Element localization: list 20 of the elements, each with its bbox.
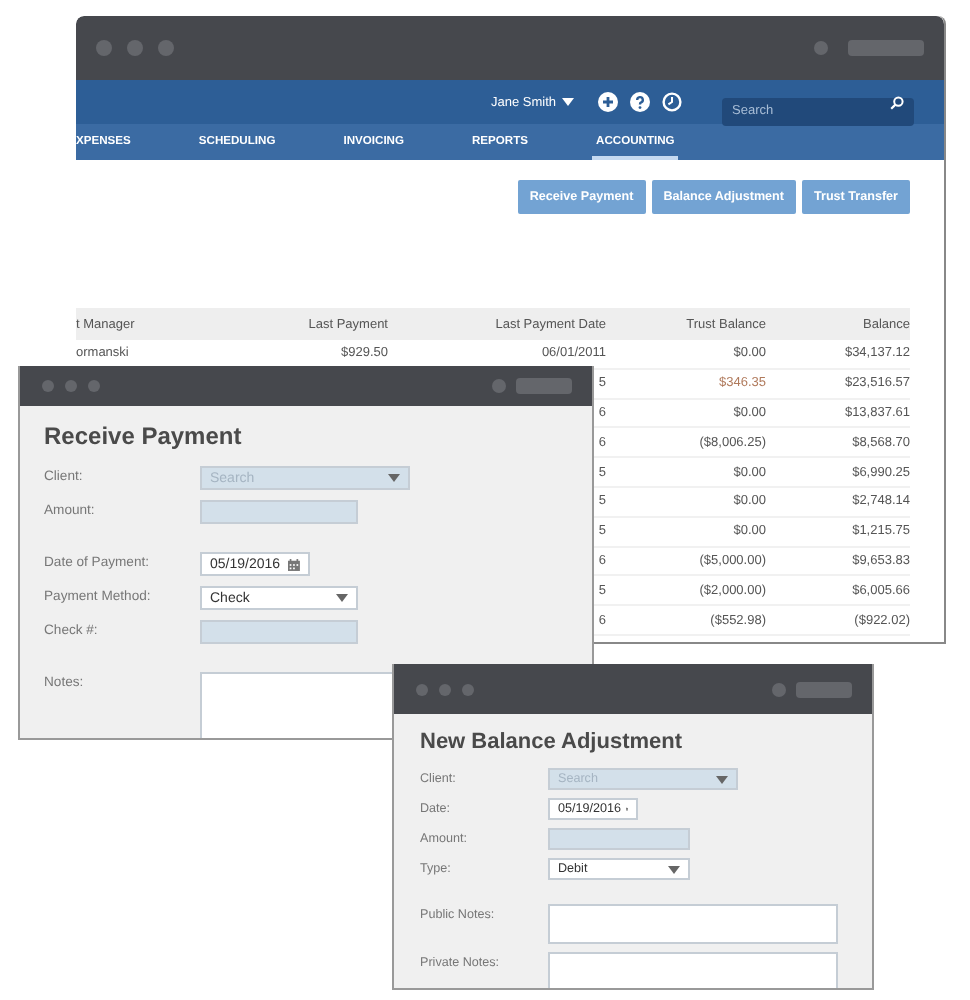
plus-icon[interactable] [598,92,618,112]
window-controls-icon[interactable] [96,40,174,56]
caret-icon [668,865,680,873]
input-field[interactable] [200,620,358,644]
caret-icon [388,474,400,482]
caret-icon [336,594,348,602]
caret-icon [562,98,574,106]
window-status-icon [772,681,852,697]
input-field[interactable] [200,500,358,524]
window-status-icon [814,40,924,56]
search-icon[interactable] [890,95,904,109]
window-status-icon [492,378,572,394]
caret-icon [716,775,728,783]
dialog-title: New Balance Adjustment [420,730,685,754]
dialog-title: Receive Payment [44,422,244,450]
window-controls-icon[interactable] [40,378,102,394]
help-icon[interactable] [630,92,650,112]
input-field[interactable] [548,828,690,850]
window-controls-icon[interactable] [414,681,476,697]
clock-icon[interactable] [662,92,682,112]
